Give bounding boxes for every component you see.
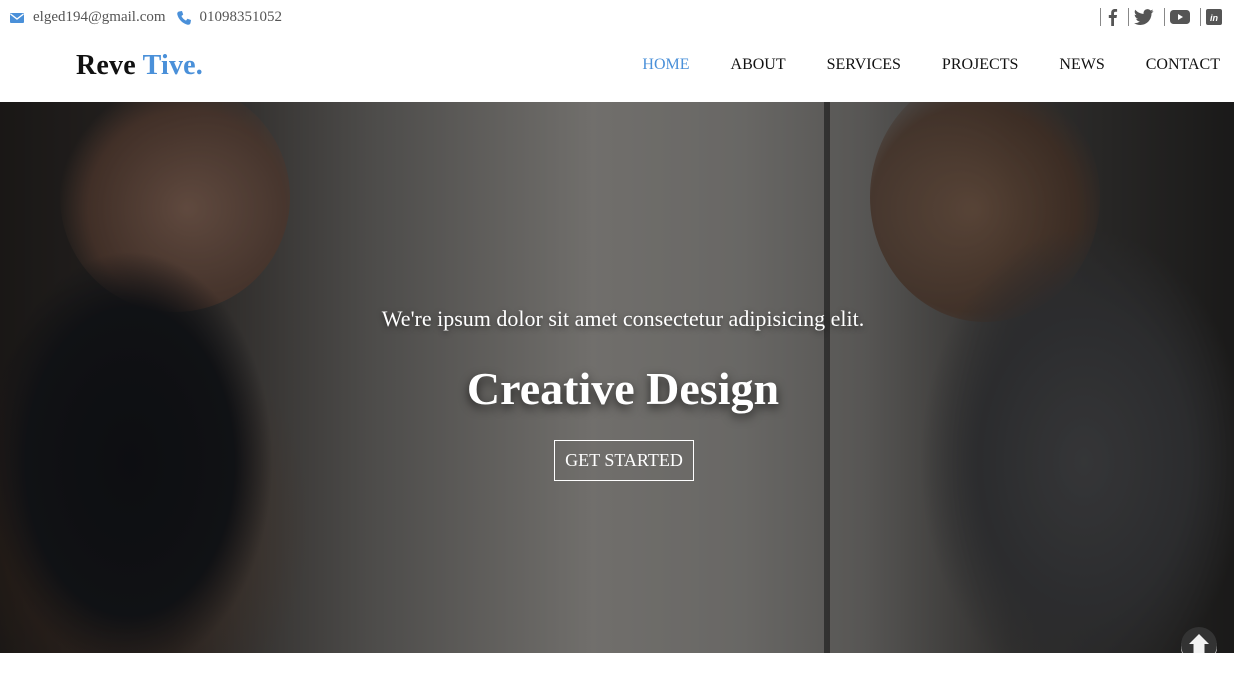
twitter-icon: [1134, 9, 1154, 25]
nav-item-projects[interactable]: PROJECTS: [942, 56, 1018, 74]
email-contact[interactable]: elged194@gmail.com: [9, 9, 166, 26]
phone-text: 01098351052: [199, 9, 283, 25]
hero-title: Creative Design: [466, 363, 780, 414]
top-bar: elged194@gmail.com 01098351052 in: [0, 0, 1234, 36]
phone-contact[interactable]: 01098351052: [176, 9, 283, 26]
divider: [1200, 8, 1201, 26]
facebook-icon: [1106, 8, 1118, 26]
envelope-icon: [9, 10, 25, 26]
nav-menu: HOME ABOUT SERVICES PROJECTS NEWS CONTAC…: [601, 56, 1220, 74]
linkedin-link[interactable]: in: [1200, 7, 1222, 27]
scroll-to-top-button[interactable]: [1181, 626, 1217, 653]
brand-name-accent: Tive.: [142, 50, 203, 81]
nav-item-services[interactable]: SERVICES: [827, 56, 901, 74]
main-navbar: Reve Tive. HOME ABOUT SERVICES PROJECTS …: [0, 36, 1234, 102]
youtube-link[interactable]: [1164, 7, 1190, 27]
get-started-button[interactable]: GET STARTED: [554, 440, 694, 481]
brand-logo[interactable]: Reve Tive.: [76, 50, 203, 82]
divider: [1100, 8, 1101, 26]
nav-item-contact[interactable]: CONTACT: [1146, 56, 1220, 74]
youtube-icon: [1170, 10, 1190, 24]
linkedin-icon: in: [1206, 9, 1222, 25]
nav-item-about[interactable]: ABOUT: [731, 56, 786, 74]
brand-name-primary: Reve: [76, 50, 136, 81]
twitter-link[interactable]: [1128, 7, 1154, 27]
contact-info: elged194@gmail.com 01098351052: [9, 9, 292, 26]
nav-item-home[interactable]: HOME: [642, 56, 689, 74]
hero-subtitle: We're ipsum dolor sit amet consectetur a…: [381, 306, 865, 331]
svg-text:in: in: [1210, 13, 1219, 23]
arrow-up-circle-icon: [1181, 626, 1217, 653]
facebook-link[interactable]: [1100, 7, 1118, 27]
nav-item-news[interactable]: NEWS: [1059, 56, 1104, 74]
hero-banner: We're ipsum dolor sit amet consectetur a…: [0, 102, 1234, 653]
divider: [1128, 8, 1129, 26]
phone-icon: [176, 10, 192, 26]
social-links: in: [1090, 7, 1222, 27]
email-text: elged194@gmail.com: [33, 9, 166, 25]
divider: [1164, 8, 1165, 26]
